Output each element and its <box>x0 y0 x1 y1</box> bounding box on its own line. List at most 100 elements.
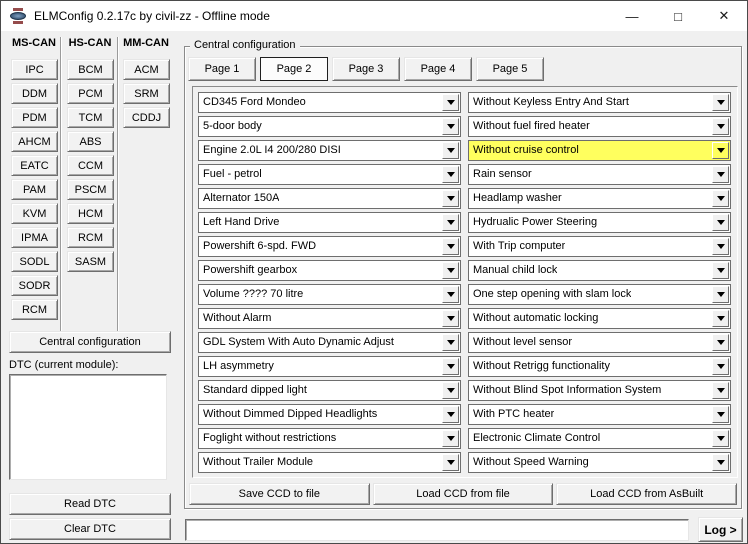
maximize-icon[interactable]: □ <box>655 1 701 31</box>
chevron-down-icon[interactable] <box>712 358 729 375</box>
module-button-pscm[interactable]: PSCM <box>67 179 114 200</box>
central-configuration-button[interactable]: Central configuration <box>9 331 171 353</box>
config-dropdown[interactable]: LH asymmetry <box>198 356 461 377</box>
config-dropdown[interactable]: One step opening with slam lock <box>468 284 731 305</box>
config-dropdown[interactable]: Electronic Climate Control <box>468 428 731 449</box>
chevron-down-icon[interactable] <box>712 118 729 135</box>
log-button[interactable]: Log > <box>698 517 743 542</box>
module-button-bcm[interactable]: BCM <box>67 59 114 80</box>
config-dropdown[interactable]: Headlamp washer <box>468 188 731 209</box>
load-ccd-asbuilt-button[interactable]: Load CCD from AsBuilt <box>556 483 737 505</box>
config-dropdown[interactable]: Without Alarm <box>198 308 461 329</box>
module-button-pam[interactable]: PAM <box>11 179 58 200</box>
chevron-down-icon[interactable] <box>712 334 729 351</box>
chevron-down-icon[interactable] <box>442 310 459 327</box>
module-button-ddm[interactable]: DDM <box>11 83 58 104</box>
chevron-down-icon[interactable] <box>712 310 729 327</box>
chevron-down-icon[interactable] <box>442 94 459 111</box>
config-dropdown[interactable]: Without automatic locking <box>468 308 731 329</box>
clear-dtc-button[interactable]: Clear DTC <box>9 518 171 540</box>
config-dropdown[interactable]: Without Speed Warning <box>468 452 731 473</box>
config-dropdown[interactable]: Engine 2.0L I4 200/280 DISI <box>198 140 461 161</box>
config-dropdown[interactable]: Without Blind Spot Information System <box>468 380 731 401</box>
module-button-ipma[interactable]: IPMA <box>11 227 58 248</box>
chevron-down-icon[interactable] <box>712 262 729 279</box>
chevron-down-icon[interactable] <box>712 382 729 399</box>
module-button-srm[interactable]: SRM <box>123 83 170 104</box>
chevron-down-icon[interactable] <box>442 382 459 399</box>
close-icon[interactable]: ✕ <box>701 1 747 31</box>
module-button-rcm[interactable]: RCM <box>67 227 114 248</box>
config-dropdown[interactable]: Alternator 150A <box>198 188 461 209</box>
module-button-acm[interactable]: ACM <box>123 59 170 80</box>
command-input[interactable] <box>185 519 689 541</box>
module-button-ahcm[interactable]: AHCM <box>11 131 58 152</box>
config-dropdown[interactable]: Powershift 6-spd. FWD <box>198 236 461 257</box>
config-dropdown[interactable]: Foglight without restrictions <box>198 428 461 449</box>
module-button-cddj[interactable]: CDDJ <box>123 107 170 128</box>
config-dropdown[interactable]: Standard dipped light <box>198 380 461 401</box>
chevron-down-icon[interactable] <box>712 190 729 207</box>
chevron-down-icon[interactable] <box>442 118 459 135</box>
chevron-down-icon[interactable] <box>442 286 459 303</box>
chevron-down-icon[interactable] <box>442 334 459 351</box>
config-dropdown[interactable]: Powershift gearbox <box>198 260 461 281</box>
chevron-down-icon[interactable] <box>442 454 459 471</box>
module-button-ipc[interactable]: IPC <box>11 59 58 80</box>
chevron-down-icon[interactable] <box>712 94 729 111</box>
chevron-down-icon[interactable] <box>442 166 459 183</box>
chevron-down-icon[interactable] <box>442 214 459 231</box>
config-dropdown[interactable]: Without level sensor <box>468 332 731 353</box>
config-dropdown[interactable]: Without fuel fired heater <box>468 116 731 137</box>
tab-page-2[interactable]: Page 2 <box>260 57 328 81</box>
config-dropdown[interactable]: Left Hand Drive <box>198 212 461 233</box>
module-button-kvm[interactable]: KVM <box>11 203 58 224</box>
chevron-down-icon[interactable] <box>712 286 729 303</box>
chevron-down-icon[interactable] <box>712 142 729 159</box>
chevron-down-icon[interactable] <box>712 214 729 231</box>
chevron-down-icon[interactable] <box>712 430 729 447</box>
chevron-down-icon[interactable] <box>712 238 729 255</box>
chevron-down-icon[interactable] <box>442 358 459 375</box>
config-dropdown[interactable]: Manual child lock <box>468 260 731 281</box>
tab-page-3[interactable]: Page 3 <box>332 57 400 81</box>
config-dropdown[interactable]: 5-door body <box>198 116 461 137</box>
module-button-ccm[interactable]: CCM <box>67 155 114 176</box>
module-button-sasm[interactable]: SASM <box>67 251 114 272</box>
module-button-hcm[interactable]: HCM <box>67 203 114 224</box>
config-dropdown[interactable]: Without Dimmed Dipped Headlights <box>198 404 461 425</box>
config-dropdown[interactable]: Rain sensor <box>468 164 731 185</box>
chevron-down-icon[interactable] <box>442 238 459 255</box>
chevron-down-icon[interactable] <box>442 406 459 423</box>
module-button-tcm[interactable]: TCM <box>67 107 114 128</box>
config-dropdown[interactable]: With Trip computer <box>468 236 731 257</box>
module-button-sodl[interactable]: SODL <box>11 251 58 272</box>
chevron-down-icon[interactable] <box>712 454 729 471</box>
config-dropdown[interactable]: CD345 Ford Mondeo <box>198 92 461 113</box>
config-dropdown[interactable]: GDL System With Auto Dynamic Adjust <box>198 332 461 353</box>
tab-page-1[interactable]: Page 1 <box>188 57 256 81</box>
chevron-down-icon[interactable] <box>712 406 729 423</box>
config-dropdown[interactable]: Without Trailer Module <box>198 452 461 473</box>
module-button-abs[interactable]: ABS <box>67 131 114 152</box>
dtc-list[interactable] <box>9 374 167 480</box>
config-dropdown[interactable]: With PTC heater <box>468 404 731 425</box>
config-dropdown[interactable]: Without cruise control <box>468 140 731 161</box>
module-button-pcm[interactable]: PCM <box>67 83 114 104</box>
module-button-pdm[interactable]: PDM <box>11 107 58 128</box>
config-dropdown[interactable]: Without Keyless Entry And Start <box>468 92 731 113</box>
save-ccd-button[interactable]: Save CCD to file <box>189 483 370 505</box>
load-ccd-file-button[interactable]: Load CCD from file <box>373 483 554 505</box>
chevron-down-icon[interactable] <box>442 190 459 207</box>
chevron-down-icon[interactable] <box>442 430 459 447</box>
minimize-icon[interactable]: — <box>609 1 655 31</box>
chevron-down-icon[interactable] <box>442 262 459 279</box>
config-dropdown[interactable]: Volume ???? 70 litre <box>198 284 461 305</box>
read-dtc-button[interactable]: Read DTC <box>9 493 171 515</box>
module-button-eatc[interactable]: EATC <box>11 155 58 176</box>
config-dropdown[interactable]: Without Retrigg functionality <box>468 356 731 377</box>
chevron-down-icon[interactable] <box>442 142 459 159</box>
chevron-down-icon[interactable] <box>712 166 729 183</box>
tab-page-5[interactable]: Page 5 <box>476 57 544 81</box>
config-dropdown[interactable]: Fuel - petrol <box>198 164 461 185</box>
